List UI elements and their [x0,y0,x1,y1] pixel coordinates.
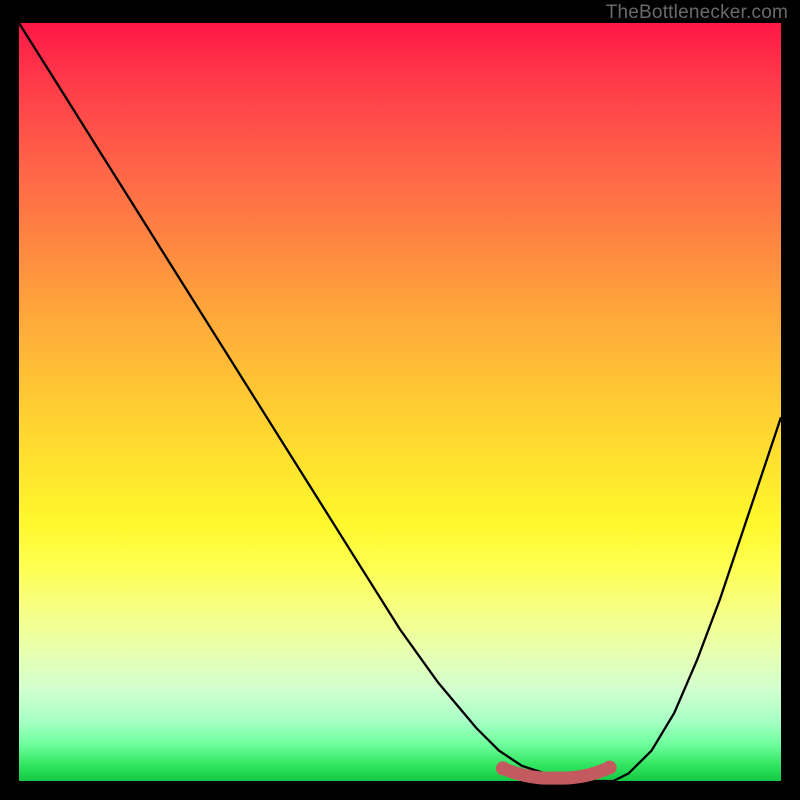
trough-marker [503,768,610,779]
trough-marker-left-cap [496,761,510,775]
chart-stage: TheBottlenecker.com [0,0,800,800]
chart-overlay [0,0,800,800]
trough-marker-right-cap [603,761,617,775]
watermark-text: TheBottlenecker.com [606,2,788,24]
curve-line [19,23,781,781]
